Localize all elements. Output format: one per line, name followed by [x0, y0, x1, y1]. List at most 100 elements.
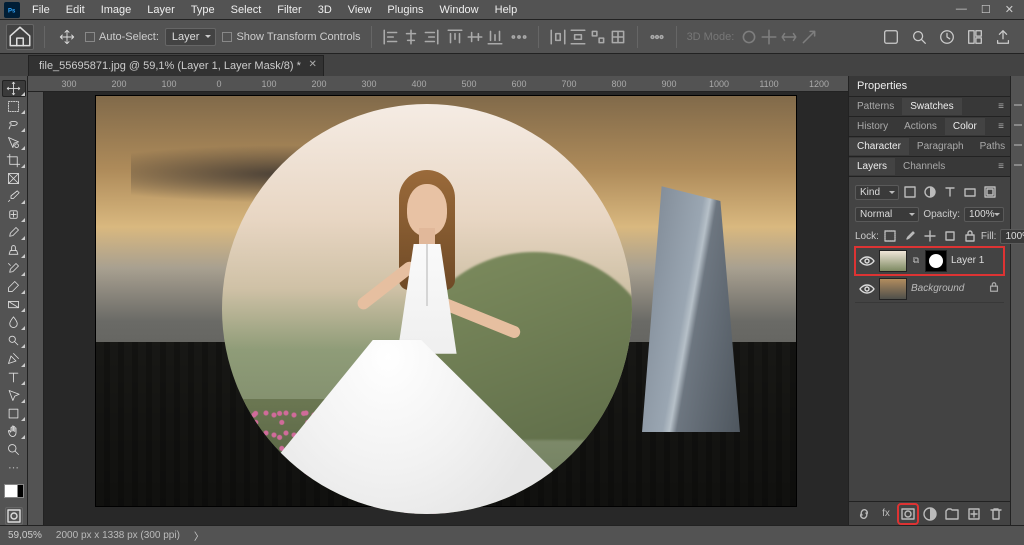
layer-name[interactable]: Background [911, 283, 984, 294]
align-bottom-icon[interactable] [486, 28, 504, 46]
menu-select[interactable]: Select [223, 2, 270, 18]
canvas-viewport[interactable] [44, 92, 848, 525]
align-center-h-icon[interactable] [402, 28, 420, 46]
dist-3-icon[interactable] [589, 28, 607, 46]
3d-scale-icon[interactable] [800, 28, 818, 46]
menu-3d[interactable]: 3D [310, 2, 340, 18]
layer-thumbnail[interactable] [879, 250, 907, 272]
edit-toolbar-icon[interactable]: ⋯ [5, 461, 23, 475]
lock-all-icon[interactable] [963, 229, 977, 243]
filter-adjust-icon[interactable] [923, 185, 937, 199]
menu-type[interactable]: Type [183, 2, 223, 18]
eraser-tool[interactable] [2, 278, 26, 295]
arrange-docs-icon[interactable] [966, 28, 984, 46]
align-middle-icon[interactable] [466, 28, 484, 46]
blur-tool[interactable] [2, 314, 26, 331]
shape-tool[interactable] [2, 405, 26, 422]
dist-v-icon[interactable] [569, 28, 587, 46]
dist-h-icon[interactable] [549, 28, 567, 46]
new-layer-icon[interactable] [966, 506, 982, 522]
tab-paths[interactable]: Paths [972, 138, 1014, 155]
filter-shape-icon[interactable] [963, 185, 977, 199]
adjustment-layer-icon[interactable] [922, 506, 938, 522]
eyedropper-tool[interactable] [2, 188, 26, 205]
layer-thumbnail[interactable] [879, 278, 907, 300]
status-zoom[interactable]: 59,05% [8, 530, 42, 541]
tab-character[interactable]: Character [849, 138, 909, 155]
quick-mask-toggle[interactable] [5, 507, 23, 525]
menu-edit[interactable]: Edit [58, 2, 93, 18]
tab-swatches[interactable]: Swatches [902, 98, 961, 115]
workspace-history-icon[interactable] [938, 28, 956, 46]
menu-layer[interactable]: Layer [139, 2, 183, 18]
group-layers-icon[interactable] [944, 506, 960, 522]
add-mask-icon[interactable] [900, 506, 916, 522]
opacity-input[interactable]: 100% [964, 207, 1004, 222]
document-canvas[interactable] [96, 96, 796, 506]
share-icon[interactable] [994, 28, 1012, 46]
marquee-tool[interactable] [2, 98, 26, 115]
window-minimize-icon[interactable]: — [956, 3, 967, 16]
menu-image[interactable]: Image [93, 2, 140, 18]
mask-link-icon[interactable]: ⧉ [911, 255, 921, 266]
filter-type-icon[interactable] [943, 185, 957, 199]
panel-menu-icon[interactable]: ≡ [992, 161, 1010, 172]
status-flyout-icon[interactable]: 〉 [194, 528, 204, 543]
layer-row-layer1[interactable]: ⧉ Layer 1 [855, 247, 1004, 275]
menu-view[interactable]: View [340, 2, 380, 18]
align-right-icon[interactable] [422, 28, 440, 46]
zoom-tool[interactable] [2, 441, 26, 458]
show-transform-checkbox[interactable]: Show Transform Controls [222, 31, 360, 43]
3d-orbit-icon[interactable] [740, 28, 758, 46]
window-close-icon[interactable]: ✕ [1005, 3, 1014, 16]
layer-filter-kind[interactable]: Kind [855, 185, 899, 200]
auto-select-target-select[interactable]: Layer [165, 28, 217, 46]
close-tab-icon[interactable]: ✕ [308, 59, 316, 70]
menu-plugins[interactable]: Plugins [379, 2, 431, 18]
type-tool[interactable] [2, 369, 26, 386]
ruler-vertical[interactable] [28, 92, 44, 525]
overflow-icon[interactable] [648, 28, 666, 46]
properties-panel-header[interactable]: Properties [849, 76, 1010, 97]
fill-input[interactable]: 100% [1000, 229, 1024, 244]
dist-4-icon[interactable] [609, 28, 627, 46]
layer-row-background[interactable]: Background [855, 275, 1004, 303]
3d-slide-icon[interactable] [780, 28, 798, 46]
tab-layers[interactable]: Layers [849, 158, 895, 175]
filter-pixel-icon[interactable] [903, 185, 917, 199]
align-top-icon[interactable] [446, 28, 464, 46]
move-tool-indicator-icon[interactable] [55, 25, 79, 49]
lock-artboard-icon[interactable] [943, 229, 957, 243]
layer-style-icon[interactable]: fx [878, 506, 894, 522]
3d-pan-icon[interactable] [760, 28, 778, 46]
path-select-tool[interactable] [2, 387, 26, 404]
auto-select-checkbox[interactable]: Auto-Select: [85, 31, 159, 43]
link-layers-icon[interactable] [856, 506, 872, 522]
home-button[interactable] [6, 24, 34, 50]
brush-tool[interactable] [2, 224, 26, 241]
tab-color[interactable]: Color [945, 118, 985, 135]
visibility-toggle-icon[interactable] [859, 253, 875, 269]
healing-brush-tool[interactable] [2, 206, 26, 223]
blend-mode-select[interactable]: Normal [855, 207, 919, 222]
lock-position-icon[interactable] [923, 229, 937, 243]
tab-channels[interactable]: Channels [895, 158, 953, 175]
menu-window[interactable]: Window [432, 2, 487, 18]
tab-paragraph[interactable]: Paragraph [909, 138, 972, 155]
color-wells[interactable] [2, 482, 26, 501]
lock-paint-icon[interactable] [903, 229, 917, 243]
menu-filter[interactable]: Filter [269, 2, 309, 18]
layer-name[interactable]: Layer 1 [951, 255, 1000, 266]
quick-select-tool[interactable] [2, 134, 26, 151]
collapsed-panels-strip[interactable] [1010, 76, 1024, 525]
menu-file[interactable]: File [24, 2, 58, 18]
layer-mask-thumbnail[interactable] [925, 250, 947, 272]
lock-transparent-icon[interactable] [883, 229, 897, 243]
align-left-icon[interactable] [382, 28, 400, 46]
foreground-color[interactable] [4, 484, 18, 498]
status-dimensions[interactable]: 2000 px x 1338 px (300 ppi) [56, 530, 180, 541]
cloud-docs-icon[interactable] [882, 28, 900, 46]
hand-tool[interactable] [2, 423, 26, 440]
menu-help[interactable]: Help [487, 2, 526, 18]
clone-stamp-tool[interactable] [2, 242, 26, 259]
